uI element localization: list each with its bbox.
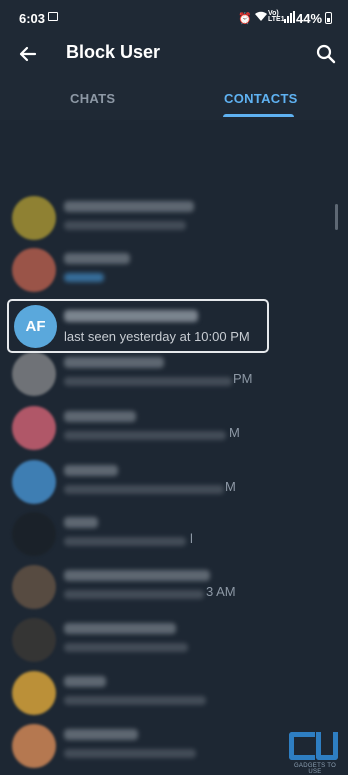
contact-name-redacted — [64, 253, 130, 264]
contact-status-redacted — [64, 696, 206, 705]
contact-status-redacted — [64, 273, 104, 282]
contact-status-redacted — [64, 221, 186, 230]
avatar — [12, 406, 56, 450]
contact-status-redacted — [64, 537, 186, 546]
list-item[interactable] — [0, 667, 348, 719]
contact-status-redacted — [64, 749, 196, 758]
alarm-icon: ⏰ — [238, 13, 252, 25]
volte-indicator: Vo) LTE1 — [268, 10, 285, 23]
wifi-icon — [254, 10, 268, 25]
avatar — [12, 512, 56, 556]
contact-last-seen: last seen yesterday at 10:00 PM — [64, 329, 250, 344]
status-tail: PM — [233, 371, 253, 386]
contact-name-redacted — [64, 570, 210, 581]
contact-name-redacted — [64, 411, 136, 422]
back-arrow-icon[interactable] — [14, 40, 42, 68]
avatar — [12, 565, 56, 609]
contact-name-redacted — [64, 517, 98, 528]
contact-name-redacted — [64, 310, 198, 322]
contact-name-redacted — [64, 465, 118, 476]
contact-name-redacted — [64, 623, 176, 634]
contact-name-redacted — [64, 201, 194, 212]
list-item[interactable] — [0, 192, 348, 244]
list-item[interactable]: M — [0, 456, 348, 508]
status-tail: M — [229, 425, 240, 440]
tab-indicator — [223, 114, 294, 117]
contact-status-redacted — [64, 485, 224, 494]
page-title: Block User — [66, 42, 161, 62]
list-item[interactable]: M — [0, 402, 348, 454]
avatar: AF — [14, 305, 57, 348]
status-tail: l — [190, 531, 193, 546]
search-icon[interactable] — [312, 40, 340, 68]
emoji-avatar — [12, 671, 56, 715]
status-time: 6:03 — [19, 11, 46, 26]
tab-contacts[interactable]: CONTACTS — [224, 91, 298, 106]
signal-icon — [284, 11, 295, 26]
app-bar: Block User — [0, 34, 348, 74]
avatar — [12, 724, 56, 768]
contact-status-redacted — [64, 643, 188, 652]
list-item[interactable]: 3 AM — [0, 561, 348, 613]
contact-status-redacted — [64, 377, 232, 386]
tab-chats[interactable]: CHATS — [70, 91, 115, 106]
tab-bar: CHATS CONTACTS — [0, 74, 348, 120]
contact-status-redacted — [64, 431, 226, 440]
avatar — [12, 352, 56, 396]
status-tail: M — [225, 479, 236, 494]
gallery-notification-icon — [48, 12, 58, 21]
avatar — [12, 196, 56, 240]
battery-percent: 44% — [296, 11, 323, 26]
list-item[interactable] — [0, 614, 348, 666]
status-tail: 3 AM — [206, 584, 236, 599]
battery-icon — [325, 12, 332, 24]
contact-name-redacted — [64, 676, 106, 687]
status-bar: 6:03 ⏰ Vo) LTE1 44% — [0, 0, 348, 34]
contact-status-redacted — [64, 590, 204, 599]
avatar — [12, 460, 56, 504]
contact-name-redacted — [64, 357, 164, 368]
avatar — [12, 248, 56, 292]
list-item[interactable]: PM — [0, 348, 348, 400]
avatar — [12, 618, 56, 662]
list-item[interactable]: l — [0, 508, 348, 560]
list-item[interactable] — [0, 244, 348, 296]
watermark-text: GADGETS TO USE — [293, 763, 337, 775]
watermark-logo: GADGETS TO USE — [287, 728, 343, 775]
contact-name-redacted — [64, 729, 138, 740]
